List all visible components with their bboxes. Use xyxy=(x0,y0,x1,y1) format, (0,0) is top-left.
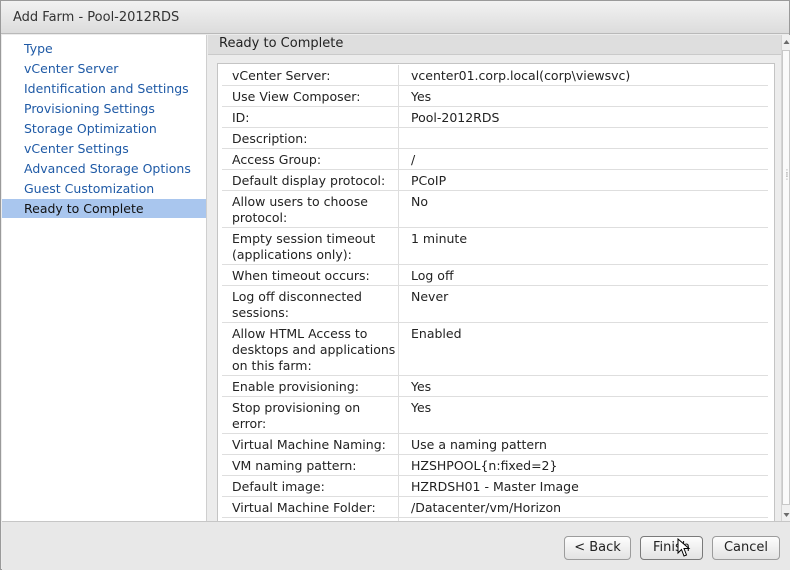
nav-item-advanced-storage-options[interactable]: Advanced Storage Options xyxy=(2,159,206,178)
row-label: ID: xyxy=(222,107,399,127)
table-row: Enable provisioning: Yes xyxy=(222,376,768,397)
row-label: Allow users to choose protocol: xyxy=(222,191,399,227)
row-value: /Datacenter/vm/Horizon xyxy=(411,500,562,515)
main-panel: Ready to Complete vCenter Server: vcente… xyxy=(208,35,781,521)
row-label: Log off disconnected sessions: xyxy=(222,286,399,322)
row-value: Use a naming pattern xyxy=(411,437,547,452)
row-value: Pool-2012RDS xyxy=(411,110,500,125)
nav-item-provisioning-settings[interactable]: Provisioning Settings xyxy=(2,99,206,118)
wizard-step-nav: Type vCenter Server Identification and S… xyxy=(2,35,207,521)
nav-item-type[interactable]: Type xyxy=(2,39,206,58)
table-row: Allow HTML Access to desktops and applic… xyxy=(222,323,768,376)
row-value: Log off xyxy=(411,268,454,283)
title-bar: Add Farm - Pool-2012RDS xyxy=(1,1,789,34)
nav-item-vcenter-settings[interactable]: vCenter Settings xyxy=(2,139,206,158)
row-value: HZSHPOOL{n:fixed=2} xyxy=(411,458,558,473)
row-label: VM naming pattern: xyxy=(222,455,399,475)
table-row: When timeout occurs: Log off xyxy=(222,265,768,286)
dialog-footer: < Back Finish Cancel xyxy=(2,521,790,570)
row-value: vcenter01.corp.local(corp\viewsvc) xyxy=(411,68,631,83)
table-row: Allow users to choose protocol: No xyxy=(222,191,768,228)
finish-button[interactable]: Finish xyxy=(640,536,703,560)
row-label: Enable provisioning: xyxy=(222,376,399,396)
row-value: Yes xyxy=(411,400,432,415)
table-row: Description: xyxy=(222,128,768,149)
dialog-title: Add Farm - Pool-2012RDS xyxy=(13,10,180,25)
table-row: Empty session timeout (applications only… xyxy=(222,228,768,265)
table-row: Default image: HZRDSH01 - Master Image xyxy=(222,476,768,497)
table-row: VM naming pattern: HZSHPOOL{n:fixed=2} xyxy=(222,455,768,476)
nav-item-identification-settings[interactable]: Identification and Settings xyxy=(2,79,206,98)
row-value: Yes xyxy=(411,379,432,394)
mouse-pointer-icon xyxy=(677,538,691,557)
grip-icon: ⋮ ⋮ xyxy=(783,168,790,181)
row-label: Default display protocol: xyxy=(222,170,399,190)
vertical-scrollbar[interactable]: ⋮ ⋮ xyxy=(781,35,790,521)
table-row: Use View Composer: Yes xyxy=(222,86,768,107)
row-label: When timeout occurs: xyxy=(222,265,399,285)
row-value: No xyxy=(411,194,428,209)
cancel-button[interactable]: Cancel xyxy=(712,536,780,560)
scroll-up-icon[interactable] xyxy=(782,38,790,46)
section-title: Ready to Complete xyxy=(219,36,344,51)
row-value: Enabled xyxy=(411,326,462,341)
row-label: vCenter Server: xyxy=(222,65,399,85)
row-label: Virtual Machine Naming: xyxy=(222,434,399,454)
row-value xyxy=(399,128,768,148)
nav-item-guest-customization[interactable]: Guest Customization xyxy=(2,179,206,198)
row-value: Never xyxy=(411,289,449,304)
nav-item-storage-optimization[interactable]: Storage Optimization xyxy=(2,119,206,138)
row-label: Default image: xyxy=(222,476,399,496)
row-value: 1 minute xyxy=(411,231,468,246)
scroll-thumb[interactable]: ⋮ ⋮ xyxy=(782,50,790,505)
add-farm-dialog: Add Farm - Pool-2012RDS Type vCenter Ser… xyxy=(0,0,790,570)
row-label: Empty session timeout (applications only… xyxy=(222,228,399,264)
nav-item-ready-to-complete[interactable]: Ready to Complete xyxy=(2,199,206,218)
table-row: Stop provisioning on error: Yes xyxy=(222,397,768,434)
table-row: Log off disconnected sessions: Never xyxy=(222,286,768,323)
table-row: Access Group: / xyxy=(222,149,768,170)
table-row: Default display protocol: PCoIP xyxy=(222,170,768,191)
row-value: HZRDSH01 - Master Image xyxy=(411,479,579,494)
row-value: Yes xyxy=(411,89,432,104)
section-header: Ready to Complete xyxy=(208,35,781,55)
table-row: vCenter Server: vcenter01.corp.local(cor… xyxy=(222,65,768,86)
table-row: Virtual Machine Naming: Use a naming pat… xyxy=(222,434,768,455)
nav-item-vcenter-server[interactable]: vCenter Server xyxy=(2,59,206,78)
row-label: Allow HTML Access to desktops and applic… xyxy=(222,323,399,375)
row-label: Description: xyxy=(222,128,399,148)
row-label: Use View Composer: xyxy=(222,86,399,106)
row-value: / xyxy=(411,152,416,167)
scroll-down-icon[interactable] xyxy=(782,511,790,519)
table-row: Virtual Machine Folder: /Datacenter/vm/H… xyxy=(222,497,768,518)
row-label: Access Group: xyxy=(222,149,399,169)
row-label: Virtual Machine Folder: xyxy=(222,497,399,517)
table-row: ID: Pool-2012RDS xyxy=(222,107,768,128)
row-label: Stop provisioning on error: xyxy=(222,397,399,433)
back-button[interactable]: < Back xyxy=(564,536,631,560)
summary-table: vCenter Server: vcenter01.corp.local(cor… xyxy=(217,63,775,521)
row-value: PCoIP xyxy=(411,173,447,188)
